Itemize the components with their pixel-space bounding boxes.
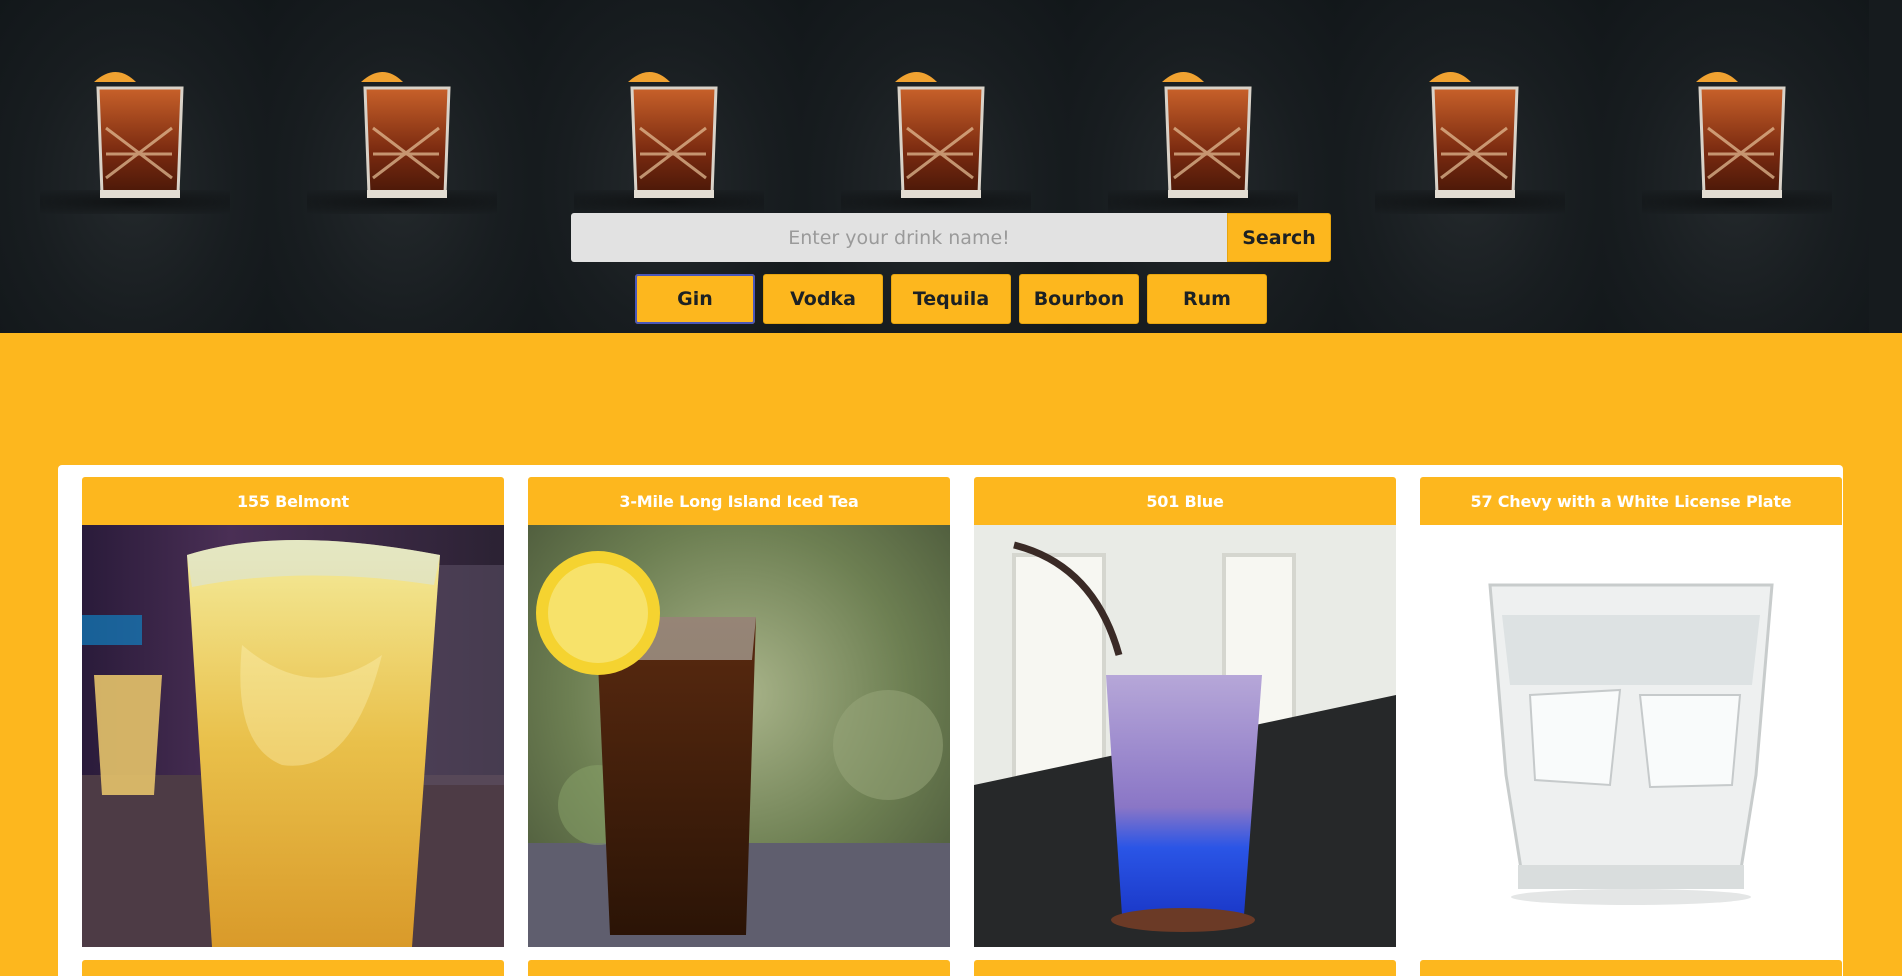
old-fashioned-glass-icon: [628, 72, 718, 198]
drink-card-title: 3-Mile Long Island Iced Tea: [528, 477, 950, 525]
hero-drink-tile: [1602, 0, 1869, 333]
drink-card: 155 Belmont: [70, 477, 516, 976]
drink-card-title: 155 Belmont: [82, 477, 504, 525]
hero-header: Search Gin Vodka Tequila Bourbon Rum: [0, 0, 1902, 333]
old-fashioned-glass-icon: [1696, 72, 1786, 198]
drink-photo[interactable]: [1420, 525, 1842, 947]
hero-drink-tile: [1335, 0, 1602, 333]
drink-photo[interactable]: [528, 525, 950, 947]
drink-photo[interactable]: [974, 525, 1396, 947]
old-fashioned-glass-icon: [361, 72, 451, 198]
old-fashioned-glass-icon: [94, 72, 184, 198]
old-fashioned-glass-icon: [1429, 72, 1519, 198]
hero-drink-tile: [267, 0, 534, 333]
drink-card: 501 Blue GET RECI: [962, 477, 1408, 976]
drink-photo[interactable]: [82, 525, 504, 947]
hero-drink-tile: [0, 0, 267, 333]
search-bar: Search: [571, 213, 1331, 262]
search-button[interactable]: Search: [1227, 213, 1331, 262]
search-input[interactable]: [571, 213, 1227, 262]
drink-results-grid: 155 Belmont 3-Mile Long Island Iced Tea …: [58, 465, 1843, 976]
drink-card-title: 57 Chevy with a White License Plate: [1420, 477, 1842, 525]
filter-vodka-button[interactable]: Vodka: [763, 274, 883, 324]
drink-card: 57 Chevy with a White License Plate GET …: [1408, 477, 1854, 976]
filter-rum-button[interactable]: Rum: [1147, 274, 1267, 324]
filter-gin-button[interactable]: Gin: [635, 274, 755, 324]
filter-tequila-button[interactable]: Tequila: [891, 274, 1011, 324]
old-fashioned-glass-icon: [895, 72, 985, 198]
drink-card-title: 501 Blue: [974, 477, 1396, 525]
get-recipe-button[interactable]: GET RECIPE: [1420, 960, 1842, 976]
get-recipe-button[interactable]: GET RECIPE: [82, 960, 504, 976]
get-recipe-button[interactable]: GET RECIPE: [974, 960, 1396, 976]
get-recipe-button[interactable]: GET RECIPE: [528, 960, 950, 976]
spirit-filter-group: Gin Vodka Tequila Bourbon Rum: [635, 274, 1267, 324]
drink-card: 3-Mile Long Island Iced Tea: [516, 477, 962, 976]
filter-bourbon-button[interactable]: Bourbon: [1019, 274, 1139, 324]
old-fashioned-glass-icon: [1162, 72, 1252, 198]
